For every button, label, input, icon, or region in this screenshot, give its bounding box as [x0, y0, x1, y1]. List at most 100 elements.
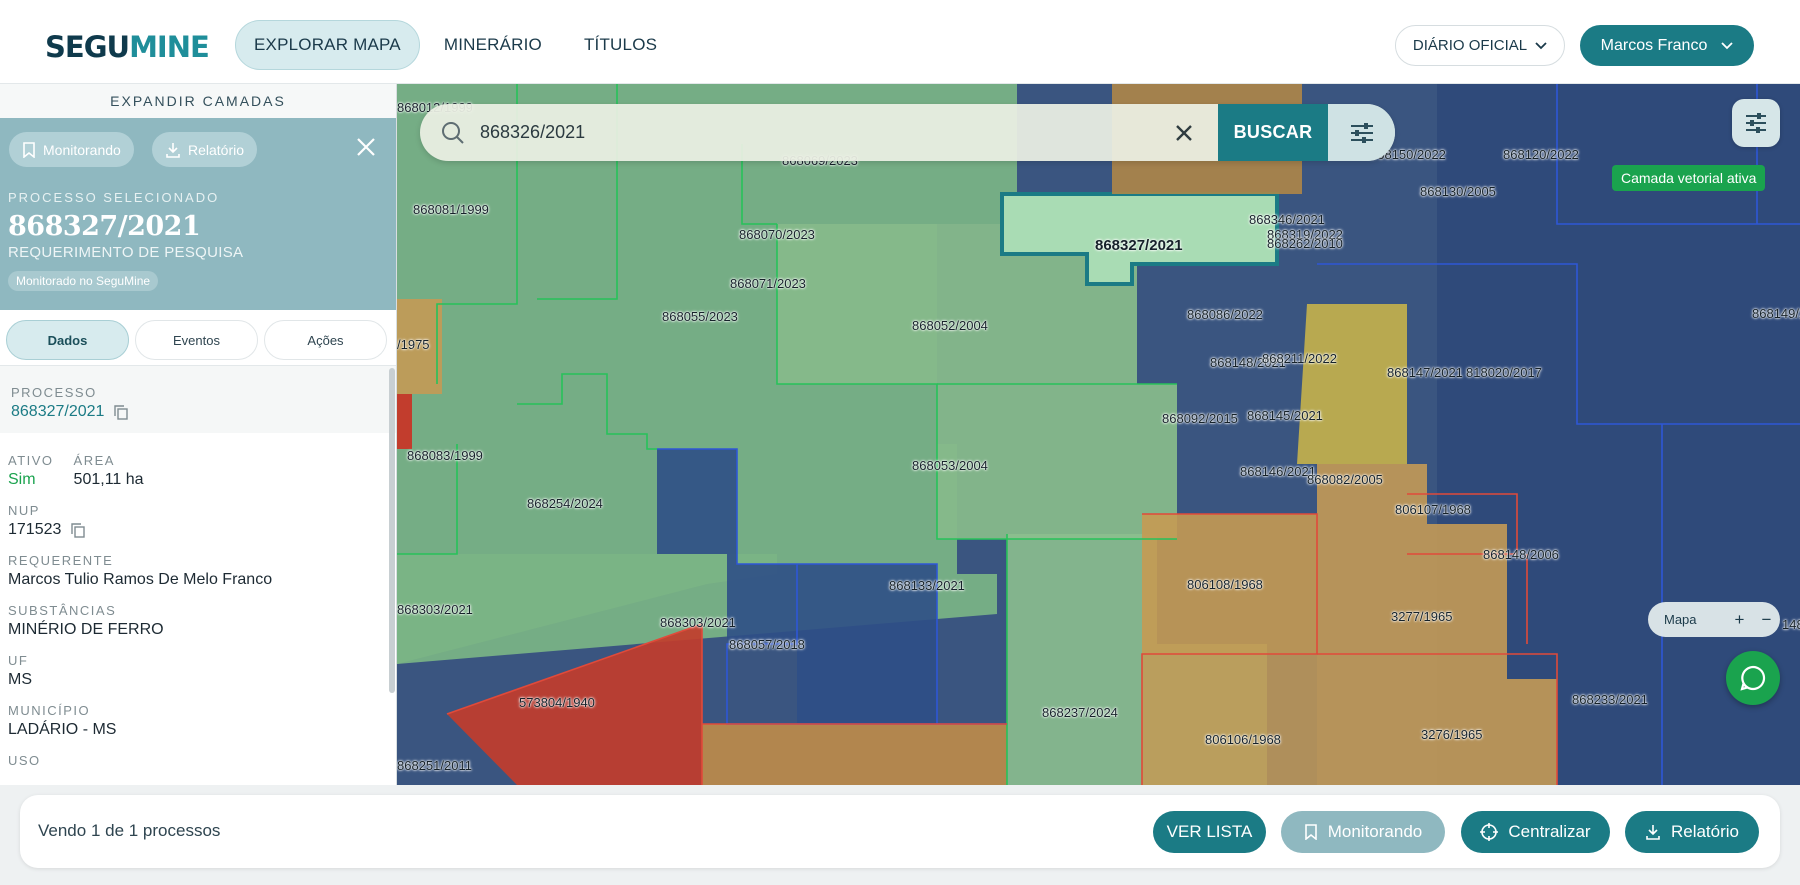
map-label-selected[interactable]: 868327/2021: [1095, 237, 1183, 254]
map-label: 868146/2021: [1240, 464, 1316, 479]
field-label: UF: [8, 653, 29, 668]
processo-value[interactable]: 868327/2021: [11, 403, 104, 421]
tab-dados[interactable]: Dados: [6, 320, 129, 360]
tab-acoes[interactable]: Ações: [264, 320, 387, 360]
sliders-icon: [1746, 113, 1766, 133]
map-label: 868092/2015: [1162, 411, 1238, 426]
copy-icon[interactable]: [71, 522, 86, 538]
zoom-in-button[interactable]: +: [1726, 610, 1753, 630]
close-icon[interactable]: [1172, 121, 1196, 145]
nav-explorar-mapa[interactable]: EXPLORAR MAPA: [235, 20, 420, 70]
top-header: SEGUMINE EXPLORAR MAPA MINERÁRIO TÍTULOS…: [0, 0, 1800, 84]
copy-icon[interactable]: [114, 404, 129, 420]
field-label: REQUERENTE: [8, 553, 114, 568]
uf-value: MS: [8, 671, 32, 688]
map-type-label[interactable]: Mapa: [1664, 612, 1726, 627]
map-label: 868082/2005: [1307, 472, 1383, 487]
diario-oficial-dropdown[interactable]: DIÁRIO OFICIAL: [1395, 25, 1565, 66]
bookmark-icon: [23, 141, 35, 158]
panel-toolbar: Monitorando Relatório: [0, 118, 396, 178]
map-label: 806107/1968: [1395, 502, 1471, 517]
search-icon: [442, 121, 464, 144]
field-requerente: REQUERENTE Marcos Tulio Ramos De Melo Fr…: [8, 553, 388, 589]
expand-layers-button[interactable]: EXPANDIR CAMADAS: [0, 84, 396, 118]
centralizar-label: Centralizar: [1508, 822, 1591, 841]
selected-process-number: 868327/2021: [8, 211, 201, 242]
user-menu-button[interactable]: Marcos Franco: [1580, 25, 1754, 66]
centralizar-button[interactable]: Centralizar: [1461, 811, 1610, 853]
download-icon: [1646, 825, 1660, 840]
diario-oficial-label: DIÁRIO OFICIAL: [1412, 37, 1528, 54]
map-area-red-small: [397, 394, 412, 449]
process-side-panel: EXPANDIR CAMADAS Monitorando Relatório P…: [0, 84, 397, 785]
ver-lista-button[interactable]: VER LISTA: [1153, 811, 1266, 853]
map-label: 868211/2022: [1262, 351, 1337, 366]
process-fields: PROCESSO 868327/2021 ATIVO Sim ÁREA 501,…: [0, 366, 396, 768]
map-label: 148: [1782, 617, 1800, 632]
map-label: 868346/2021: [1249, 212, 1325, 227]
monitorando-button[interactable]: Monitorando: [1281, 811, 1445, 853]
results-count: Vendo 1 de 1 processos: [38, 821, 221, 840]
map-zoom-control: Mapa + −: [1648, 602, 1780, 637]
filter-button[interactable]: [1328, 104, 1395, 161]
relatorio-button[interactable]: Relatório: [1625, 811, 1759, 853]
field-label: ATIVO: [8, 453, 54, 468]
selected-process-caption: PROCESSO SELECIONADO: [8, 190, 220, 205]
map-label: 868133/2021: [889, 578, 965, 593]
field-label: SUBSTÂNCIAS: [8, 603, 117, 618]
search-button[interactable]: BUSCAR: [1218, 104, 1328, 161]
monitorando-button-label: Monitorando: [1327, 822, 1423, 841]
chevron-down-icon: [1721, 41, 1733, 49]
field-substancias: SUBSTÂNCIAS MINÉRIO DE FERRO: [8, 603, 388, 639]
map-label: 868254/2024: [527, 496, 603, 511]
map-label: 806108/1968: [1187, 577, 1263, 592]
map-label: 868070/2023: [739, 227, 815, 242]
field-uso: USO: [8, 753, 388, 768]
vector-layer-badge: Camada vetorial ativa: [1612, 165, 1766, 191]
substancias-value: MINÉRIO DE FERRO: [8, 621, 164, 638]
ver-lista-label: VER LISTA: [1166, 822, 1253, 841]
map-label: 868057/2018: [729, 637, 805, 652]
map-label: 868303/2021: [397, 602, 473, 617]
logo-text-mine: MINE: [129, 30, 210, 64]
map-label: 868052/2004: [912, 318, 988, 333]
map-label: 868083/1999: [407, 448, 483, 463]
ativo-value: Sim: [8, 471, 36, 488]
field-processo: PROCESSO 868327/2021: [0, 366, 396, 433]
map-label: 806106/1968: [1205, 732, 1281, 747]
map-area-orange-3: [1142, 654, 1317, 785]
map-label: 868053/2004: [912, 458, 988, 473]
chevron-down-icon: [1535, 41, 1547, 49]
monitorando-pill[interactable]: Monitorando: [9, 132, 134, 167]
nav-titulos[interactable]: TÍTULOS: [566, 20, 675, 70]
map-label: 868147/2021: [1387, 365, 1463, 380]
relatorio-pill[interactable]: Relatório: [152, 132, 258, 167]
map-label: 868233/2021: [1572, 692, 1648, 707]
map-label: 868237/2024: [1042, 705, 1118, 720]
map-polygons: [397, 84, 1800, 785]
field-value: 868327/2021: [11, 403, 393, 421]
search-bar: BUSCAR: [420, 104, 1395, 161]
layers-settings-button[interactable]: [1732, 99, 1780, 147]
bookmark-icon: [1304, 824, 1317, 840]
field-uf: UF MS: [8, 653, 388, 689]
segumine-logo[interactable]: SEGUMINE: [45, 30, 210, 64]
map-label: 868071/2023: [730, 276, 806, 291]
panel-scrollbar[interactable]: [389, 368, 395, 693]
field-label: ÁREA: [73, 453, 115, 468]
nav-minerario[interactable]: MINERÁRIO: [426, 20, 560, 70]
logo-text-segu: SEGU: [45, 30, 130, 64]
search-input[interactable]: [480, 122, 1160, 143]
map-canvas[interactable]: 868012/1999 868081/1999 868069/2023 8680…: [397, 84, 1800, 785]
map-label: 868086/2022: [1187, 307, 1263, 322]
field-label: NUP: [8, 503, 40, 518]
tab-eventos[interactable]: Eventos: [135, 320, 258, 360]
area-value: 501,11 ha: [73, 471, 144, 488]
map-label: 573804/1940: [519, 695, 595, 710]
map-label: 868081/1999: [413, 202, 489, 217]
map-label: 818020/2017: [1466, 365, 1542, 380]
map-label: 868149/2022: [1752, 306, 1800, 321]
whatsapp-chat-button[interactable]: [1726, 651, 1780, 705]
close-icon[interactable]: [355, 136, 377, 158]
zoom-out-button[interactable]: −: [1753, 610, 1780, 630]
